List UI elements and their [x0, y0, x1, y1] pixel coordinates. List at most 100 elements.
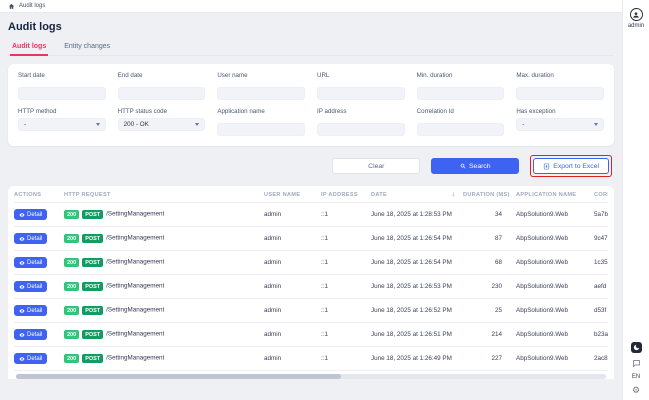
clear-button[interactable]: Clear	[332, 158, 420, 174]
filter-max-duration: Max. duration	[516, 72, 604, 100]
detail-button[interactable]: Detail	[14, 353, 47, 364]
tab-audit-logs[interactable]: Audit logs	[10, 40, 48, 56]
filter-ip-address: IP address	[317, 108, 405, 136]
detail-button-label: Detail	[27, 284, 42, 290]
status-badge: 200	[64, 354, 79, 363]
start-date-input[interactable]	[18, 87, 106, 100]
status-badge: 200	[64, 306, 79, 315]
gear-icon[interactable]: ⚙	[632, 386, 640, 395]
ip-cell: ::1	[321, 211, 371, 218]
user-cell: admin	[264, 283, 321, 290]
request-url: /SettingManagement	[106, 259, 164, 266]
chat-button[interactable]	[632, 359, 641, 368]
has-exception-select[interactable]: -	[516, 118, 604, 131]
http-method-select[interactable]: -	[18, 118, 106, 131]
eye-icon	[19, 308, 25, 314]
http-status-code-select[interactable]: 200 - OK	[118, 118, 206, 131]
chevron-down-icon	[594, 123, 598, 126]
correlation-id-label: Correlation Id	[417, 108, 505, 115]
chevron-down-icon	[195, 123, 199, 126]
date-cell: June 18, 2025 at 1:28:53 PM	[371, 211, 463, 218]
application-name-input[interactable]	[217, 123, 305, 136]
table-row: Detail 200POST/SettingManagement admin :…	[14, 323, 608, 347]
ip-address-input[interactable]	[317, 123, 405, 136]
table-row: Detail 200POST/SettingManagement admin :…	[14, 299, 608, 323]
column-ip-address[interactable]: IP ADDRESS	[321, 192, 371, 198]
min-duration-input[interactable]	[417, 87, 505, 100]
has-exception-value: -	[522, 121, 524, 128]
duration-cell: 25	[463, 307, 516, 314]
http-method-value: -	[24, 121, 26, 128]
table-row: Detail 200POST/SettingManagement admin :…	[14, 227, 608, 251]
column-actions: ACTIONS	[14, 192, 64, 198]
detail-button[interactable]: Detail	[14, 209, 47, 220]
eye-icon	[19, 260, 25, 266]
column-correlation[interactable]: CORRELATION ID	[594, 192, 608, 198]
language-selector[interactable]: EN	[632, 374, 640, 380]
request-url: /SettingManagement	[106, 307, 164, 314]
method-badge: POST	[82, 258, 103, 267]
date-cell: June 18, 2025 at 1:26:54 PM	[371, 235, 463, 242]
export-button-label: Export to Excel	[553, 163, 599, 170]
max-duration-input[interactable]	[516, 87, 604, 100]
tab-entity-changes[interactable]: Entity changes	[62, 40, 112, 55]
method-badge: POST	[82, 354, 103, 363]
http-method-label: HTTP method	[18, 108, 106, 115]
url-input[interactable]	[317, 87, 405, 100]
user-icon	[632, 11, 640, 19]
detail-button-label: Detail	[27, 332, 42, 338]
url-label: URL	[317, 72, 405, 79]
audit-log-table: ACTIONS HTTP REQUEST USER NAME IP ADDRES…	[8, 186, 614, 379]
filter-actions: Clear Search Export to Excel	[8, 155, 614, 177]
correlation-id-input[interactable]	[417, 123, 505, 136]
status-badge: 200	[64, 234, 79, 243]
column-date[interactable]: DATE ↓	[371, 191, 463, 198]
tab-bar: Audit logs Entity changes	[8, 40, 614, 56]
eye-icon	[19, 356, 25, 362]
column-application-name[interactable]: APPLICATION NAME	[516, 192, 594, 198]
avatar[interactable]	[630, 8, 643, 21]
date-cell: June 18, 2025 at 1:26:52 PM	[371, 307, 463, 314]
home-icon[interactable]	[8, 3, 15, 10]
column-user-name[interactable]: USER NAME	[264, 192, 321, 198]
ip-cell: ::1	[321, 355, 371, 362]
application-name-label: Application name	[217, 108, 305, 115]
http-status-code-value: 200 - OK	[124, 121, 149, 128]
filter-http-method: HTTP method -	[18, 108, 106, 136]
date-cell: June 18, 2025 at 1:26:53 PM	[371, 283, 463, 290]
end-date-input[interactable]	[118, 87, 206, 100]
has-exception-label: Has exception	[516, 108, 604, 115]
column-duration[interactable]: DURATION (MS)	[463, 192, 516, 198]
app-cell: AbpSolution9.Web	[516, 307, 594, 314]
detail-button[interactable]: Detail	[14, 281, 47, 292]
detail-button-label: Detail	[27, 236, 42, 242]
scrollbar-thumb[interactable]	[16, 374, 341, 379]
detail-button[interactable]: Detail	[14, 305, 47, 316]
start-date-label: Start date	[18, 72, 106, 79]
filter-application-name: Application name	[217, 108, 305, 136]
detail-button[interactable]: Detail	[14, 257, 47, 268]
search-button[interactable]: Search	[431, 158, 519, 174]
max-duration-label: Max. duration	[516, 72, 604, 79]
date-cell: June 18, 2025 at 1:26:49 PM	[371, 355, 463, 362]
detail-button[interactable]: Detail	[14, 233, 47, 244]
min-duration-label: Min. duration	[417, 72, 505, 79]
user-cell: admin	[264, 235, 321, 242]
user-cell: admin	[264, 259, 321, 266]
horizontal-scrollbar[interactable]	[16, 374, 606, 379]
theme-toggle-button[interactable]	[631, 342, 642, 353]
request-url: /SettingManagement	[106, 331, 164, 338]
date-cell: June 18, 2025 at 1:26:51 PM	[371, 331, 463, 338]
detail-button-label: Detail	[27, 356, 42, 362]
breadcrumb-label[interactable]: Audit logs	[19, 3, 45, 9]
user-cell: admin	[264, 331, 321, 338]
user-name-input[interactable]	[217, 87, 305, 100]
eye-icon	[19, 332, 25, 338]
export-to-excel-button[interactable]: Export to Excel	[533, 158, 609, 174]
detail-button[interactable]: Detail	[14, 329, 47, 340]
filter-correlation-id: Correlation Id	[417, 108, 505, 136]
method-badge: POST	[82, 330, 103, 339]
column-http-request[interactable]: HTTP REQUEST	[64, 192, 264, 198]
correlation-cell: d53f	[594, 307, 608, 314]
duration-cell: 214	[463, 331, 516, 338]
